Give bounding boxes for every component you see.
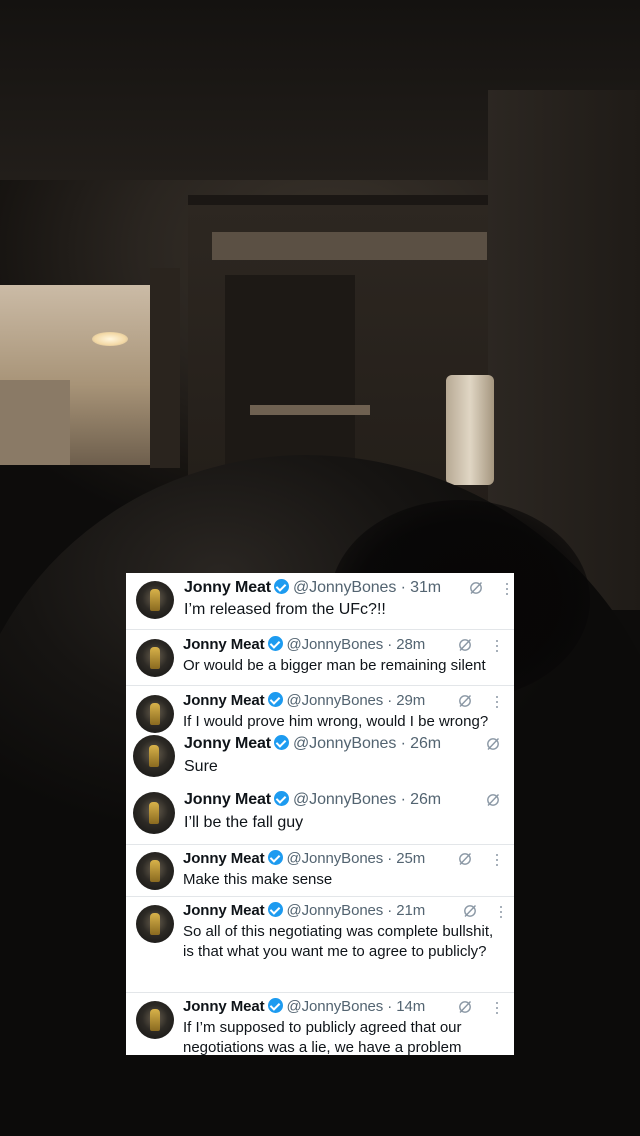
display-name[interactable]: Jonny Meat	[183, 850, 265, 867]
grok-slash-icon[interactable]	[458, 694, 472, 708]
avatar[interactable]	[136, 905, 174, 943]
more-vertical-icon[interactable]	[505, 583, 509, 597]
handle[interactable]: @JonnyBones	[293, 735, 396, 752]
tweet-text: Sure	[184, 758, 218, 775]
tweet-text: I’m released from the UFc?!!	[184, 601, 386, 618]
timestamp[interactable]: 26m	[410, 735, 441, 752]
grok-slash-icon[interactable]	[458, 638, 472, 652]
tweet-text: I’ll be the fall guy	[184, 814, 304, 831]
grok-slash-icon[interactable]	[463, 904, 477, 918]
handle[interactable]: @JonnyBones	[287, 998, 384, 1015]
tweet-text: Make this make sense	[183, 871, 333, 888]
avatar[interactable]	[136, 695, 174, 733]
more-vertical-icon[interactable]	[495, 854, 499, 868]
avatar[interactable]	[136, 852, 174, 890]
tweet-text: If I’m supposed to publicly agreed that …	[183, 1019, 462, 1055]
timestamp[interactable]: 29m	[396, 692, 425, 709]
display-name[interactable]: Jonny Meat	[183, 998, 265, 1015]
tweet-screenshot-overlay: Jonny Meat @JonnyBones · 31m I’m released…	[126, 573, 514, 1055]
closet-rail	[212, 232, 487, 260]
doorway-shade	[0, 380, 70, 465]
handle[interactable]: @JonnyBones	[287, 692, 384, 709]
door-frame	[150, 268, 180, 468]
avatar[interactable]	[133, 792, 175, 834]
timestamp[interactable]: 26m	[410, 791, 441, 808]
tweet[interactable]: Jonny Meat @JonnyBones · 26m I’ll be the …	[126, 787, 514, 845]
display-name[interactable]: Jonny Meat	[184, 735, 271, 752]
grok-slash-icon[interactable]	[458, 852, 472, 866]
verified-badge-icon	[267, 692, 283, 707]
closet-shelf	[250, 405, 370, 415]
handle[interactable]: @JonnyBones	[287, 850, 384, 867]
tweet[interactable]: Jonny Meat @JonnyBones · 26m Sure	[126, 731, 514, 789]
ceiling-light	[92, 332, 128, 346]
avatar[interactable]	[136, 581, 174, 619]
timestamp[interactable]: 14m	[396, 998, 425, 1015]
tweet[interactable]: Jonny Meat @JonnyBones · 25m Make this ma…	[126, 844, 514, 897]
more-vertical-icon[interactable]	[495, 696, 499, 710]
verified-badge-icon	[274, 579, 290, 594]
display-name[interactable]: Jonny Meat	[183, 902, 265, 919]
display-name[interactable]: Jonny Meat	[184, 791, 271, 808]
more-vertical-icon[interactable]	[495, 1002, 499, 1016]
tweet[interactable]: Jonny Meat @JonnyBones · 14m If I’m suppo…	[126, 992, 514, 1055]
tweet[interactable]: Jonny Meat @JonnyBones · 21m So all of th…	[126, 896, 514, 993]
display-name[interactable]: Jonny Meat	[184, 579, 271, 596]
verified-badge-icon	[267, 850, 283, 865]
grok-slash-icon[interactable]	[486, 793, 500, 807]
verified-badge-icon	[267, 636, 283, 651]
handle[interactable]: @JonnyBones	[287, 636, 384, 653]
verified-badge-icon	[267, 998, 283, 1013]
wall-lamp	[446, 375, 494, 485]
display-name[interactable]: Jonny Meat	[183, 636, 265, 653]
tweet-text: If I would prove him wrong, would I be w…	[183, 713, 489, 730]
timestamp[interactable]: 25m	[396, 850, 425, 867]
grok-slash-icon[interactable]	[469, 581, 483, 595]
tweet[interactable]: Jonny Meat @JonnyBones · 28m Or would be …	[126, 629, 514, 686]
handle[interactable]: @JonnyBones	[293, 579, 396, 596]
grok-slash-icon[interactable]	[486, 737, 500, 751]
avatar[interactable]	[136, 639, 174, 677]
more-vertical-icon[interactable]	[499, 906, 503, 920]
tweet[interactable]: Jonny Meat @JonnyBones · 31m I’m released…	[126, 573, 514, 629]
timestamp[interactable]: 21m	[396, 902, 425, 919]
verified-badge-icon	[274, 791, 290, 806]
display-name[interactable]: Jonny Meat	[183, 692, 265, 709]
timestamp[interactable]: 28m	[396, 636, 425, 653]
avatar[interactable]	[133, 735, 175, 777]
more-vertical-icon[interactable]	[495, 640, 499, 654]
handle[interactable]: @JonnyBones	[287, 902, 384, 919]
tweet-text: Or would be a bigger man be remaining si…	[183, 657, 486, 674]
verified-badge-icon	[267, 902, 283, 917]
verified-badge-icon	[274, 735, 290, 750]
grok-slash-icon[interactable]	[458, 1000, 472, 1014]
avatar[interactable]	[136, 1001, 174, 1039]
tweet-text: So all of this negotiating was complete …	[183, 923, 494, 960]
handle[interactable]: @JonnyBones	[293, 791, 396, 808]
timestamp[interactable]: 31m	[410, 579, 441, 596]
